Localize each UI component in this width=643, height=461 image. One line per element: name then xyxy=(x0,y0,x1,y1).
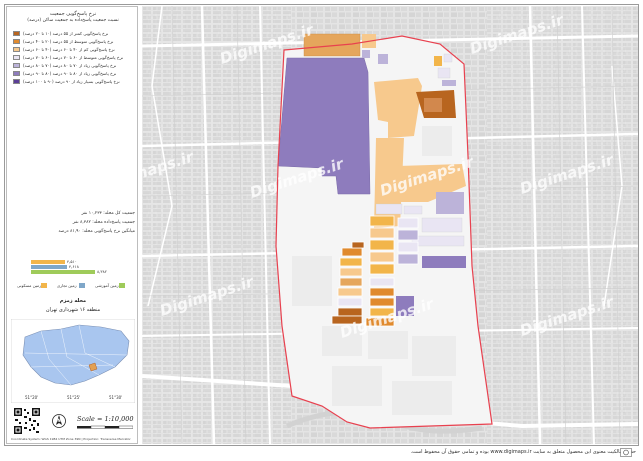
legend-class-4: نرخ پاسخ‌گویی متوسط از ۶۰ تا ۷۰ درصد (۶۰… xyxy=(13,54,135,61)
copyright-icon xyxy=(620,448,632,457)
legend-class-label: نرخ پاسخ‌گویی متوسط از ۵۵ درصد (۲۰ تا ۴۰… xyxy=(23,39,114,44)
scale-bar xyxy=(77,425,133,429)
bar-commercial xyxy=(31,265,67,269)
legend-class-2: نرخ پاسخ‌گویی متوسط از ۵۵ درصد (۲۰ تا ۴۰… xyxy=(13,38,135,45)
city-blocks-east xyxy=(487,6,638,444)
parcel-lavender-e1 xyxy=(436,192,464,214)
area-title: محله زمزم xyxy=(59,298,87,304)
legend-panel: نرخ پاسخ‌گویی جمعیت نسبت جمعیت پاسخ‌داده… xyxy=(6,6,138,444)
inset-tick: 51°20' xyxy=(25,395,38,400)
map-scale: Scale = 1:10,000 xyxy=(77,415,134,423)
stat-average-rate: میانگین نرخ پاسخ‌گویی محله: ۸۱,۹۰ درصد xyxy=(58,229,135,234)
legend-swatch xyxy=(13,47,20,52)
stat-total-population: جمعیت کل محله: ۱۰,۲۳۳ نفر xyxy=(81,211,135,216)
qr-code xyxy=(13,407,41,435)
parcel-brown-inner xyxy=(424,98,442,112)
parcel-pale-ne-2 xyxy=(437,67,451,79)
parcel-lavender-ne xyxy=(442,80,456,86)
legend-swatch xyxy=(13,79,20,84)
legend-class-label: نرخ پاسخ‌گویی کم از ۴۰ تا ۶۰ درصد (۴۰ تا… xyxy=(23,47,115,52)
parcel-pale-ne xyxy=(443,53,453,63)
landuse-swatch-commercial xyxy=(79,283,85,288)
parcel-lavender-small xyxy=(378,54,388,64)
landuse-swatch-education xyxy=(119,283,125,288)
parcel-lavender-top xyxy=(362,50,370,58)
bar-commercial-value: ۴,۶۱۸ xyxy=(69,264,79,269)
legend-class-6: نرخ پاسخ‌گویی زیاد از ۸۰ تا ۹۰ درصد (۸۰ … xyxy=(13,70,135,77)
svg-text:N: N xyxy=(57,418,60,423)
legend-class-label: نرخ پاسخ‌گویی کمتر از ۵۵ درصد (۱۰ تا ۲۰ … xyxy=(23,31,109,36)
parcel-pale-c1 xyxy=(375,203,403,215)
inset-tick: 51°25' xyxy=(67,395,80,400)
legend-class-label: نرخ پاسخ‌گویی متوسط از ۶۰ تا ۷۰ درصد (۶۰… xyxy=(23,55,124,60)
parcel-pale-e1 xyxy=(421,217,463,233)
inset-map: 51°20' 51°25' 51°30' xyxy=(11,319,135,403)
legend-title: نرخ پاسخ‌گویی جمعیت xyxy=(49,11,97,17)
copyright-footer: حقوق مالکیت معنوی این محصول متعلق به سای… xyxy=(410,449,636,455)
legend-swatch xyxy=(13,31,20,36)
legend-swatch xyxy=(13,39,20,44)
landuse-swatch-residential xyxy=(41,283,47,288)
legend-class-7: نرخ پاسخ‌گویی بسیار زیاد از ۹۰ درصد (۹۰ … xyxy=(13,78,135,85)
parcel-pale-c2 xyxy=(403,205,423,215)
landuse-label-residential: زمین مسکونی xyxy=(17,283,42,288)
legend-class-label: نرخ پاسخ‌گویی بسیار زیاد از ۹۰ درصد (۹۰ … xyxy=(23,79,120,84)
district-title: منطقه ۱۶ شهرداری تهران xyxy=(45,307,101,313)
bar-residential xyxy=(31,260,65,264)
legend-class-3: نرخ پاسخ‌گویی کم از ۴۰ تا ۶۰ درصد (۴۰ تا… xyxy=(13,46,135,53)
stat-responded-population: جمعیت پاسخ‌داده محله: ۸,۳۸۲ نفر xyxy=(72,220,135,225)
legend-swatch xyxy=(13,63,20,68)
inset-tick: 51°30' xyxy=(109,395,122,400)
legend-class-1: نرخ پاسخ‌گویی کمتر از ۵۵ درصد (۱۰ تا ۲۰ … xyxy=(13,30,135,37)
coordinate-system: Coordinate System: WGS 1984 UTM Zone 39N… xyxy=(11,437,131,441)
legend-swatch xyxy=(13,71,20,76)
parcel-orange-ne xyxy=(434,56,442,66)
legend-class-5: نرخ پاسخ‌گویی زیاد از ۷۰ تا ۸۰ درصد (۷۰ … xyxy=(13,62,135,69)
map-canvas[interactable]: Digimaps.ir Digimaps.ir Digimaps.ir Digi… xyxy=(142,6,638,444)
north-arrow-icon: N xyxy=(52,414,66,428)
landuse-label-commercial: زمین تجاری xyxy=(57,283,77,288)
bar-education-value: ۸,۳۸۲ xyxy=(97,269,107,274)
parcel-pale-e2 xyxy=(411,235,465,247)
legend-swatch xyxy=(13,55,20,60)
legend-class-label: نرخ پاسخ‌گویی زیاد از ۷۰ تا ۸۰ درصد (۷۰ … xyxy=(23,63,117,68)
map-svg: Digimaps.ir Digimaps.ir Digimaps.ir Digi… xyxy=(142,6,638,444)
landuse-label-education: زمین آموزشی xyxy=(95,283,119,288)
bar-education xyxy=(31,270,95,274)
legend-subtitle: نسبت جمعیت پاسخ‌داده به جمعیت ساکن (درصد… xyxy=(27,18,119,23)
parcel-purple-e1 xyxy=(422,256,466,268)
legend-class-label: نرخ پاسخ‌گویی زیاد از ۸۰ تا ۹۰ درصد (۸۰ … xyxy=(23,71,117,76)
